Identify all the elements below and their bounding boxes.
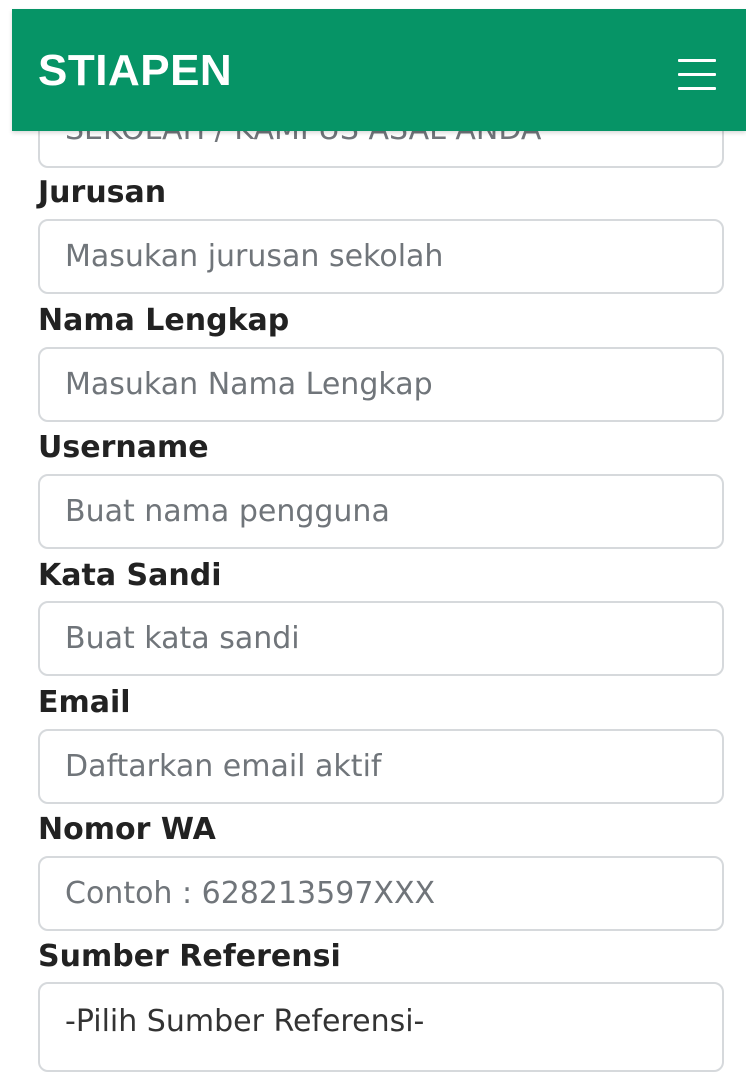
password-input[interactable] (38, 601, 724, 676)
major-input[interactable] (38, 219, 724, 294)
username-label: Username (38, 430, 209, 465)
hamburger-line (678, 59, 716, 62)
full-name-input[interactable] (38, 347, 724, 422)
email-input[interactable] (38, 729, 724, 804)
referral-source-label: Sumber Referensi (38, 939, 341, 974)
referral-source-select[interactable]: -Pilih Sumber Referensi- (38, 982, 724, 1072)
password-label: Kata Sandi (38, 558, 222, 593)
whatsapp-label: Nomor WA (38, 812, 216, 847)
brand-logo-text[interactable]: STIAPEN (38, 45, 232, 97)
username-input[interactable] (38, 474, 724, 549)
major-label: Jurusan (38, 175, 167, 210)
email-label: Email (38, 685, 131, 720)
hamburger-line (678, 73, 716, 76)
whatsapp-input[interactable] (38, 856, 724, 931)
hamburger-menu-icon[interactable] (678, 54, 716, 94)
hamburger-line (678, 87, 716, 90)
top-navbar: STIAPEN (12, 9, 746, 131)
referral-source-selected: -Pilih Sumber Referensi- (65, 1004, 425, 1039)
full-name-label: Nama Lengkap (38, 303, 290, 338)
